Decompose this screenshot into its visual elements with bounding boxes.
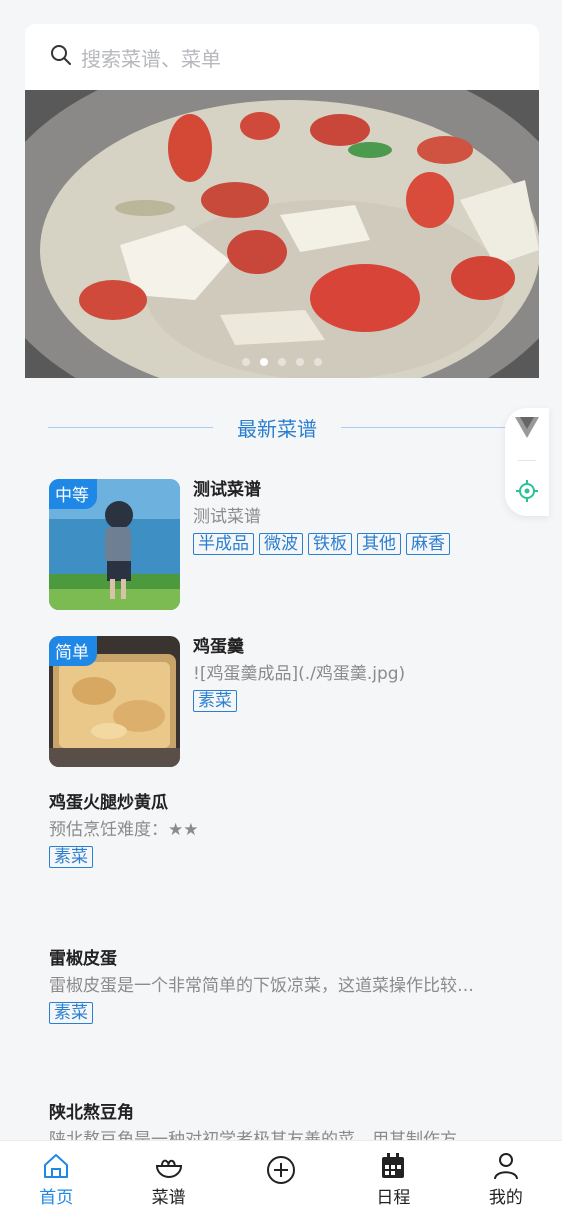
divider (48, 426, 213, 428)
tab-home[interactable]: 首页 (0, 1141, 112, 1215)
recipe-title: 陕北熬豆角 (49, 1103, 134, 1123)
recipe-tags: 半成品 微波 铁板 其他 麻香 (193, 533, 450, 555)
recipe-tags: 素菜 (49, 1002, 509, 1024)
carousel-dots (25, 358, 539, 366)
carousel-dot[interactable] (314, 358, 322, 366)
carousel-dot-active[interactable] (260, 358, 268, 366)
divider (518, 460, 536, 462)
search-bar[interactable]: 搜索菜谱、菜单 (25, 24, 539, 90)
recipe-title: 测试菜谱 (193, 480, 261, 500)
user-icon (491, 1151, 521, 1185)
recipe-tags: 素菜 (49, 846, 198, 868)
difficulty-badge: 中等 (49, 479, 97, 509)
tab-label: 我的 (488, 1188, 523, 1208)
recipe-description: 雷椒皮蛋是一个非常简单的下饭凉菜，这道菜操作比较… (49, 976, 474, 996)
section-title-text: 最新菜谱 (237, 416, 317, 441)
tab-label: 菜谱 (151, 1188, 186, 1208)
recipe-tag[interactable]: 微波 (259, 533, 303, 555)
recipe-card[interactable]: 雷椒皮蛋 雷椒皮蛋是一个非常简单的下饭凉菜，这道菜操作比较… 素菜 (49, 948, 509, 1024)
home-icon (41, 1151, 71, 1185)
recipe-card[interactable]: 简单 鸡蛋羹 ![鸡蛋羹成品](./鸡蛋羹.jpg) 素菜 (49, 636, 405, 767)
add-circle-icon (266, 1155, 296, 1189)
carousel-dot[interactable] (296, 358, 304, 366)
recipe-tags: 素菜 (193, 690, 405, 712)
tab-label: 首页 (39, 1188, 74, 1208)
recipe-title: 鸡蛋羹 (193, 637, 244, 657)
recipe-title: 鸡蛋火腿炒黄瓜 (49, 793, 168, 813)
recipe-tag[interactable]: 素菜 (193, 690, 237, 712)
search-icon (49, 43, 73, 71)
tab-label: 日程 (376, 1188, 411, 1208)
tab-add[interactable] (225, 1141, 337, 1215)
recipe-thumbnail: 中等 (49, 479, 180, 610)
tab-schedule[interactable]: 日程 (337, 1141, 449, 1215)
recipe-tag[interactable]: 铁板 (308, 533, 352, 555)
locate-icon[interactable] (515, 479, 539, 507)
tab-recipes[interactable]: 菜谱 (112, 1141, 224, 1215)
recipe-card[interactable]: 鸡蛋火腿炒黄瓜 预估烹饪难度：★★ 素菜 (49, 792, 198, 868)
recipe-tag[interactable]: 其他 (357, 533, 401, 555)
difficulty-badge: 简单 (49, 636, 97, 666)
carousel-dot[interactable] (242, 358, 250, 366)
calendar-icon (378, 1151, 408, 1185)
recipe-tag[interactable]: 半成品 (193, 533, 254, 555)
floating-toolbar (505, 408, 549, 516)
recipe-description: 预估烹饪难度：★★ (49, 820, 199, 840)
recipe-description: 测试菜谱 (193, 507, 261, 527)
recipe-tag[interactable]: 素菜 (49, 1002, 93, 1024)
carousel-dot[interactable] (278, 358, 286, 366)
vue-logo-icon[interactable] (515, 416, 539, 443)
section-title: 最新菜谱 (48, 412, 506, 442)
divider (341, 426, 506, 428)
recipe-tag[interactable]: 麻香 (406, 533, 450, 555)
recipe-thumbnail: 简单 (49, 636, 180, 767)
recipe-tag[interactable]: 素菜 (49, 846, 93, 868)
recipe-title: 雷椒皮蛋 (49, 949, 117, 969)
bottom-tab-bar: 首页 菜谱 日程 我的 (0, 1140, 562, 1215)
banner-image (25, 90, 539, 378)
recipe-card[interactable]: 中等 测试菜谱 测试菜谱 半成品 微波 铁板 其他 麻香 (49, 479, 450, 610)
search-input[interactable]: 搜索菜谱、菜单 (81, 43, 221, 72)
recipe-description: ![鸡蛋羹成品](./鸡蛋羹.jpg) (193, 664, 406, 684)
tab-profile[interactable]: 我的 (450, 1141, 562, 1215)
banner-carousel[interactable] (25, 90, 539, 378)
bowl-icon (154, 1151, 184, 1185)
